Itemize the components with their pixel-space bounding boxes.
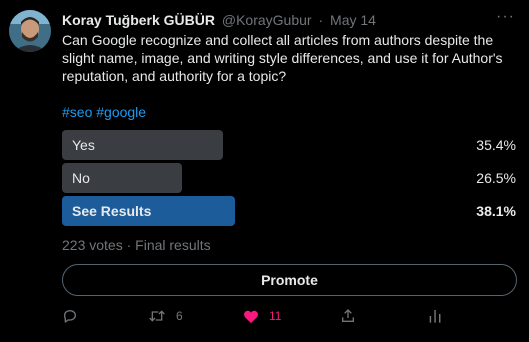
poll-votes-status: 223 votes · Final results [62,237,211,253]
analytics-icon [429,310,441,323]
poll-percent-no: 26.5% [476,170,516,186]
author-handle[interactable]: @KorayGubur [222,12,312,28]
action-bar: 6 11 [62,306,522,326]
like-action[interactable]: 11 [243,306,281,326]
reply-icon [64,310,76,323]
share-icon [342,309,354,322]
poll-percent-yes: 35.4% [476,137,516,153]
poll-option-yes: Yes 35.4% [62,130,520,160]
more-options-icon[interactable]: ··· [496,8,515,26]
hashtag-google[interactable]: #google [96,104,146,120]
heart-icon [244,310,258,323]
author-name[interactable]: Koray Tuğberk GÜBÜR [62,12,215,28]
like-count: 11 [269,309,282,323]
hashtags: #seo #google [62,103,146,121]
tweet-text: Can Google recognize and collect all art… [62,32,503,84]
retweet-count: 6 [176,309,183,323]
poll-label-see-results[interactable]: See Results [72,196,151,226]
promote-button[interactable]: Promote [62,264,517,296]
reply-action[interactable] [62,306,88,326]
hashtag-seo[interactable]: #seo [62,104,92,120]
separator-dot: · [318,12,324,28]
avatar[interactable] [9,10,51,52]
avatar-image [9,10,51,52]
share-action[interactable] [340,306,356,326]
poll-option-see-results[interactable]: See Results 38.1% [62,196,520,226]
tweet-header: Koray Tuğberk GÜBÜR @KorayGubur · May 14 [62,11,376,29]
poll-label-yes: Yes [72,137,95,153]
retweet-icon [149,310,165,322]
tweet-date[interactable]: May 14 [330,12,376,28]
poll-label-no: No [72,170,90,186]
poll-option-no: No 26.5% [62,163,520,193]
analytics-action[interactable] [428,306,442,326]
tweet: Koray Tuğberk GÜBÜR @KorayGubur · May 14… [0,0,529,342]
poll-percent-see-results: 38.1% [476,203,516,219]
retweet-action[interactable]: 6 [148,306,183,326]
